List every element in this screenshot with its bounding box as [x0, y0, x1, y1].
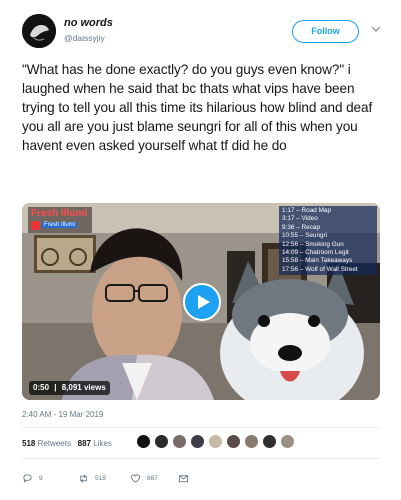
chapter-item: 17:56 – Wolf of Wall Street: [282, 265, 358, 273]
video-player[interactable]: Fresh Illumi Fresh Illumi 1:17 – Road Ma…: [22, 203, 380, 400]
video-duration: 0:50: [33, 383, 50, 392]
message-icon: [178, 474, 189, 482]
reply-count: 9: [39, 474, 43, 482]
chapter-item: 9:36 – Recap: [282, 223, 321, 231]
direct-message-button[interactable]: [178, 470, 189, 486]
badge-separator: |: [54, 383, 57, 392]
reply-icon: [23, 473, 32, 482]
divider: [22, 458, 380, 459]
liker-avatar[interactable]: [190, 434, 205, 449]
action-bar: 9 518 887: [22, 470, 380, 486]
avatar[interactable]: [22, 14, 56, 48]
liker-avatar[interactable]: [208, 434, 223, 449]
liker-avatar[interactable]: [136, 434, 151, 449]
like-icon: [130, 473, 141, 483]
play-button[interactable]: [183, 283, 221, 321]
chapter-item: 10:55 – Seungri: [282, 232, 328, 240]
liker-avatar[interactable]: [244, 434, 259, 449]
like-button[interactable]: 887: [130, 470, 158, 486]
retweet-icon: [80, 474, 87, 482]
chapter-item: 1:17 – Road Map: [282, 207, 332, 214]
display-name[interactable]: no words: [64, 17, 113, 29]
retweet-count: 518: [95, 474, 106, 482]
video-views: 8,091 views: [61, 383, 106, 392]
chapter-item: 12:56 – Smoking Gun: [282, 240, 344, 248]
liker-avatar[interactable]: [172, 434, 187, 449]
retweets-count[interactable]: 518: [22, 439, 35, 448]
chevron-down-icon[interactable]: [370, 23, 382, 35]
tweet-header: no words @daissyjiy Follow: [22, 14, 382, 54]
retweets-label[interactable]: Retweets: [38, 439, 71, 448]
tweet-text: "What has he done exactly? do you guys e…: [22, 62, 373, 153]
channel-watermark-title: Fresh Illumi: [31, 208, 88, 219]
avatar-image: [22, 14, 56, 48]
chapter-item: 3:17 – Video: [282, 215, 318, 223]
chapter-list: 1:17 – Road Map 3:17 – Video 9:36 – Reca…: [279, 206, 377, 276]
user-handle[interactable]: @daissyjiy: [64, 33, 105, 43]
tweet-stats: 518 Retweets 887 Likes: [22, 439, 112, 448]
follow-button[interactable]: Follow: [292, 20, 359, 43]
channel-logo-icon: [31, 221, 40, 230]
channel-watermark: Fresh Illumi Fresh Illumi: [28, 207, 92, 233]
like-count: 887: [147, 474, 158, 482]
reply-button[interactable]: 9: [22, 470, 43, 486]
liker-avatar[interactable]: [280, 434, 295, 449]
divider: [22, 427, 380, 428]
retweet-button[interactable]: 518: [78, 470, 106, 486]
play-icon: [198, 295, 210, 309]
liker-avatar[interactable]: [262, 434, 277, 449]
video-duration-badge: 0:50 | 8,091 views: [29, 381, 110, 395]
chapter-item: 14:09 – Chatroom Legit: [282, 249, 349, 257]
chapter-item: 15:58 – Main Takeaways: [282, 257, 353, 265]
likes-label[interactable]: Likes: [93, 439, 112, 448]
tweet-timestamp[interactable]: 2:40 AM - 19 Mar 2019: [22, 410, 103, 419]
channel-watermark-sub: Fresh Illumi: [42, 222, 78, 228]
liker-avatar[interactable]: [226, 434, 241, 449]
likes-count[interactable]: 887: [78, 439, 91, 448]
liker-avatar[interactable]: [154, 434, 169, 449]
